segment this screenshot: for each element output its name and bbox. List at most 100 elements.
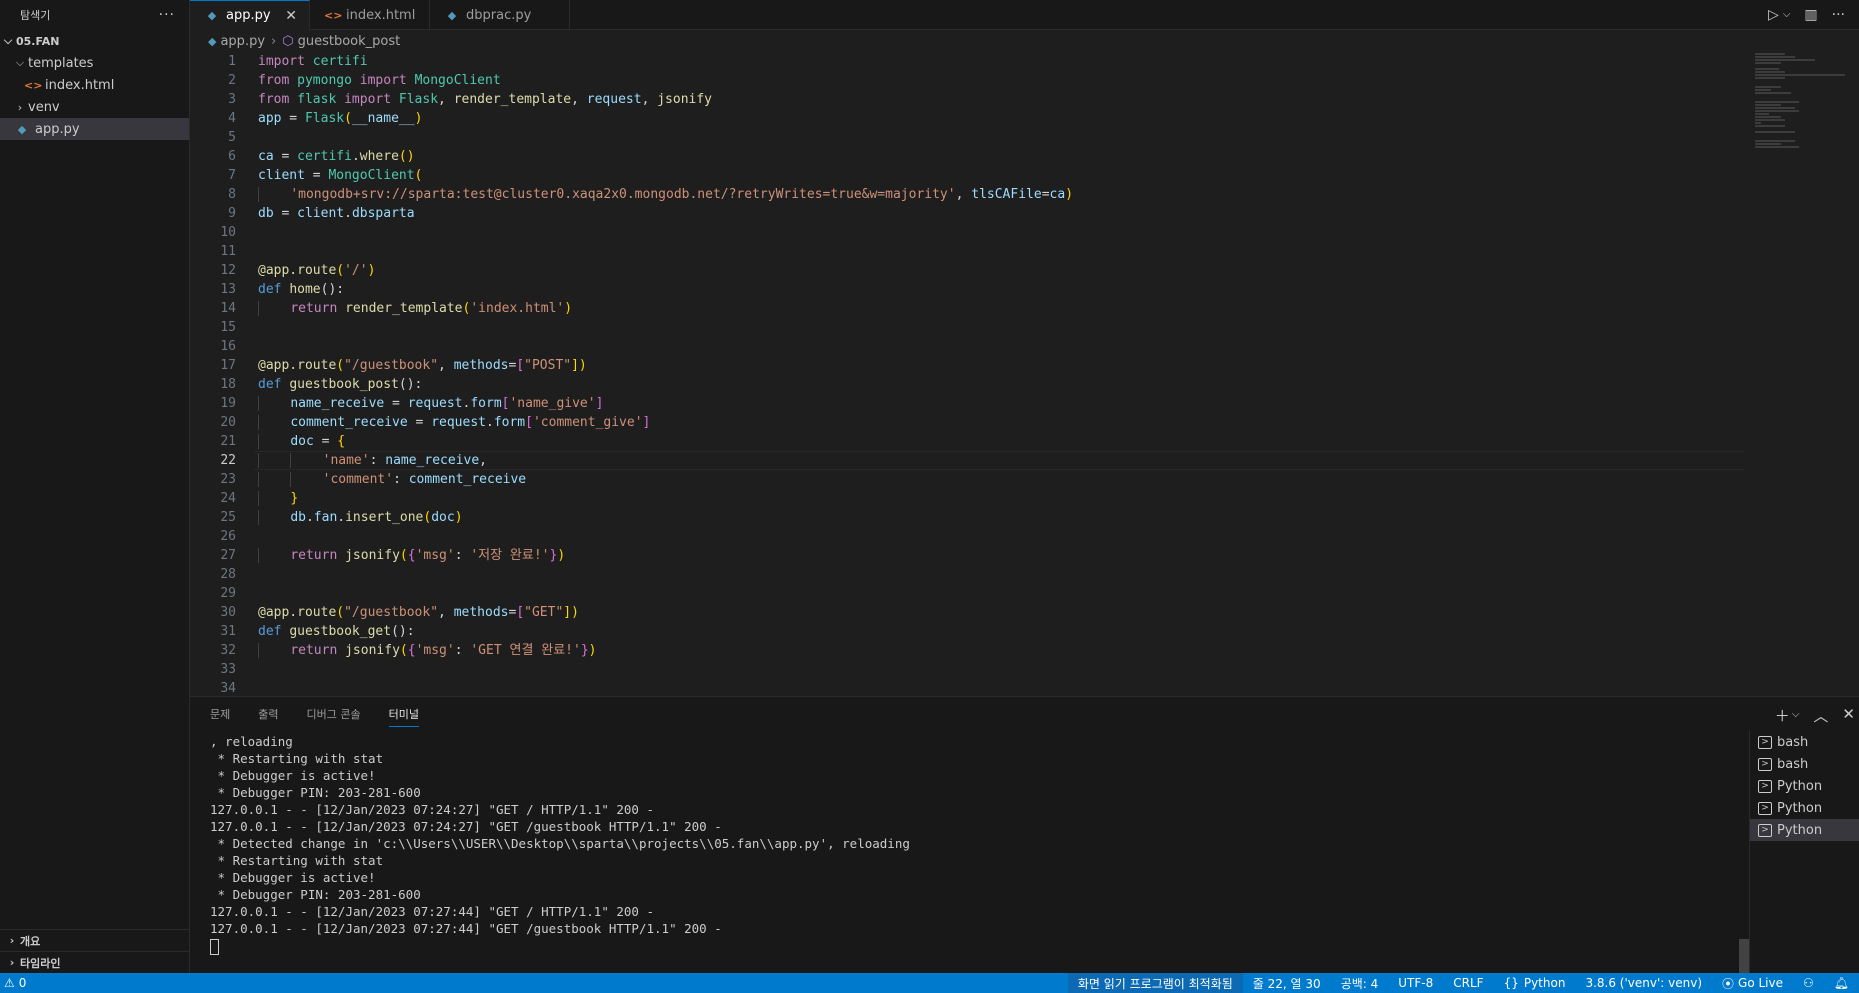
code-line[interactable]: 3 from flask import Flask, render_templat…: [190, 90, 1859, 109]
code-line[interactable]: 4 app = Flask(__name__): [190, 109, 1859, 128]
breadcrumb-symbol[interactable]: guestbook_post: [298, 34, 401, 49]
code-line[interactable]: 12 @app.route('/'): [190, 261, 1859, 280]
code-text: import certifi: [236, 52, 368, 71]
cursor-position[interactable]: 줄 22, 열 30: [1243, 973, 1331, 993]
new-terminal-icon[interactable]: ＋: [1775, 705, 1790, 726]
tab-terminal[interactable]: 터미널: [388, 701, 419, 727]
code-line[interactable]: 7 client = MongoClient(: [190, 166, 1859, 185]
chevron-right-icon: ›: [9, 956, 15, 969]
screen-reader-status[interactable]: 화면 읽기 프로그램이 최적화됨: [1067, 973, 1243, 993]
maximize-panel-icon[interactable]: ︿: [1813, 705, 1828, 726]
tab-debug-console[interactable]: 디버그 콘솔: [307, 706, 361, 722]
split-editor-icon[interactable]: ▥: [1804, 7, 1817, 23]
code-line[interactable]: 5: [190, 128, 1859, 147]
indentation[interactable]: 공백: 4: [1331, 973, 1389, 993]
code-line[interactable]: 31 def guestbook_get():: [190, 622, 1859, 641]
code-line[interactable]: 13 def home():: [190, 280, 1859, 299]
terminal-list-label: bash: [1777, 734, 1809, 750]
code-line[interactable]: 15: [190, 318, 1859, 337]
terminal-list-item[interactable]: > Python: [1750, 819, 1859, 841]
problems-count[interactable]: 0: [19, 976, 27, 990]
code-line[interactable]: 18 def guestbook_post():: [190, 375, 1859, 394]
code-line[interactable]: 22 'name': name_receive,: [190, 451, 1859, 470]
code-line[interactable]: 23 'comment': comment_receive: [190, 470, 1859, 489]
end-of-line[interactable]: CRLF: [1443, 973, 1493, 993]
code-line[interactable]: 11: [190, 242, 1859, 261]
outline-section[interactable]: › 개요: [0, 929, 189, 951]
code-token: ]): [563, 605, 579, 620]
code-line[interactable]: 17 @app.route("/guestbook", methods=["POS…: [190, 356, 1859, 375]
code-line[interactable]: 32 return jsonify({'msg': 'GET 연결 완료!'}): [190, 641, 1859, 660]
warning-icon[interactable]: ⚠: [4, 976, 15, 990]
tab-output[interactable]: 출력: [258, 706, 278, 722]
minimap[interactable]: [1749, 52, 1859, 696]
code-token: db: [258, 206, 274, 221]
tab-label: dbprac.py: [466, 7, 532, 23]
notifications-icon[interactable]: 🔔︎: [1824, 973, 1859, 993]
terminal-output[interactable]: , reloading * Restarting with stat * Deb…: [210, 733, 1750, 973]
tab-dbprac-py[interactable]: ◆ dbprac.py: [430, 0, 570, 30]
code-line[interactable]: 2 from pymongo import MongoClient: [190, 71, 1859, 90]
account-icon[interactable]: ⚇: [1793, 973, 1824, 993]
breadcrumb-file[interactable]: app.py: [220, 34, 265, 49]
tree-item-venv[interactable]: › venv: [0, 96, 189, 118]
code-token: MongoClient: [328, 168, 415, 183]
code-token: ():: [320, 282, 345, 297]
code-line[interactable]: 14 return render_template('index.html'): [190, 299, 1859, 318]
close-icon[interactable]: ✕: [285, 8, 297, 24]
code-line[interactable]: 25 db.fan.insert_one(doc): [190, 508, 1859, 527]
python-interpreter[interactable]: 3.8.6 ('venv': venv): [1575, 973, 1712, 993]
tab-index-html[interactable]: <> index.html: [310, 0, 430, 30]
more-actions-icon[interactable]: ···: [1832, 7, 1845, 23]
terminal-line: * Debugger is active!: [210, 768, 376, 783]
code-text: 'mongodb+srv://sparta:test@cluster0.xaqa…: [236, 185, 1073, 204]
code-line[interactable]: 19 name_receive = request.form['name_giv…: [190, 394, 1859, 413]
chevron-down-icon[interactable]: ⌵: [1783, 9, 1791, 20]
workspace-folder[interactable]: ⌵ 05.FAN: [0, 30, 189, 52]
code-line[interactable]: 21 doc = {: [190, 432, 1859, 451]
code-line[interactable]: 6 ca = certifi.where(): [190, 147, 1859, 166]
code-line[interactable]: 28: [190, 565, 1859, 584]
code-line[interactable]: 29: [190, 584, 1859, 603]
timeline-section[interactable]: › 타임라인: [0, 951, 189, 973]
terminal-list-item[interactable]: > Python: [1750, 775, 1859, 797]
code-line[interactable]: 30 @app.route("/guestbook", methods=["GET…: [190, 603, 1859, 622]
code-text: ca = certifi.where(): [236, 147, 415, 166]
line-number: 29: [220, 586, 236, 601]
minimap-line: [1755, 104, 1781, 106]
chevron-down-icon[interactable]: ⌵: [1792, 705, 1800, 726]
language-mode[interactable]: {} Python: [1494, 973, 1576, 993]
tree-item-app-py[interactable]: ◆ app.py: [0, 118, 189, 140]
tree-item-templates[interactable]: ⌵ templates: [0, 52, 189, 74]
terminal-list-item[interactable]: > Python: [1750, 797, 1859, 819]
tab-problems[interactable]: 문제: [210, 706, 230, 722]
more-actions-icon[interactable]: ···: [159, 7, 175, 23]
code-line[interactable]: 27 return jsonify({'msg': '저장 완료!'}): [190, 546, 1859, 565]
code-line[interactable]: 1 import certifi: [190, 52, 1859, 71]
code-token: @app.route: [258, 605, 337, 620]
encoding[interactable]: UTF-8: [1388, 973, 1443, 993]
code-token: @app.route: [258, 263, 337, 278]
code-line[interactable]: 9 db = client.dbsparta: [190, 204, 1859, 223]
code-line[interactable]: 33: [190, 660, 1859, 679]
code-line[interactable]: 10: [190, 223, 1859, 242]
code-line[interactable]: 26: [190, 527, 1859, 546]
tree-item-index-html[interactable]: <> index.html: [0, 74, 189, 96]
terminal-list-item[interactable]: > bash: [1750, 731, 1859, 753]
code-line[interactable]: 24 }: [190, 489, 1859, 508]
code-token: import: [258, 54, 305, 69]
terminal-list-item[interactable]: > bash: [1750, 753, 1859, 775]
terminal-scrollbar[interactable]: [1739, 939, 1749, 973]
tab-app-py[interactable]: ◆ app.py ✕: [190, 0, 310, 30]
code-line[interactable]: 20 comment_receive = request.form['comme…: [190, 413, 1859, 432]
code-line[interactable]: 8 'mongodb+srv://sparta:test@cluster0.xa…: [190, 185, 1859, 204]
go-live-button[interactable]: ⦿ Go Live: [1712, 973, 1793, 993]
code-line[interactable]: 34: [190, 679, 1859, 696]
line-number: 30: [220, 605, 236, 620]
terminal-line: * Debugger is active!: [210, 870, 376, 885]
code-editor[interactable]: 1 import certifi 2 from pymongo import Mong…: [190, 52, 1859, 696]
close-panel-icon[interactable]: ✕: [1842, 705, 1855, 726]
run-icon[interactable]: ▷: [1768, 7, 1779, 23]
terminal-prompt-line[interactable]: [210, 937, 1750, 955]
code-line[interactable]: 16: [190, 337, 1859, 356]
